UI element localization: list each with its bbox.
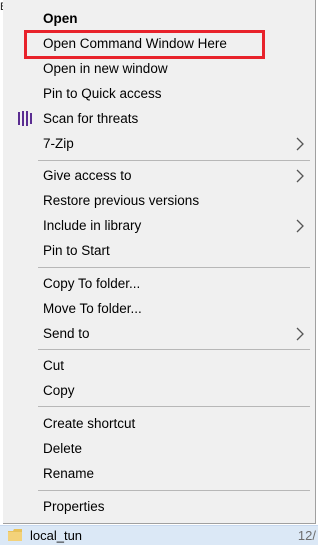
menu-item-label: Give access to: [43, 168, 132, 183]
menu-item-label: Properties: [43, 499, 105, 514]
menu-item-label: Delete: [43, 441, 83, 456]
menu-separator: [38, 406, 310, 407]
chevron-right-icon: [296, 327, 304, 341]
menu-item-label: Scan for threats: [43, 111, 139, 126]
menu-item-open-in-new-window[interactable]: Open in new window: [3, 56, 315, 81]
menu-separator: [38, 267, 310, 268]
menu-item-move-to-folder[interactable]: Move To folder...: [3, 296, 315, 321]
menu-separator: [38, 349, 310, 350]
menu-item-label: 7-Zip: [43, 136, 74, 151]
file-name: local_tun: [30, 528, 83, 543]
menu-item-rename[interactable]: Rename: [3, 461, 315, 486]
menu-item-label: Cut: [43, 358, 65, 373]
menu-item-label: Copy: [43, 383, 75, 398]
menu-item-label: Create shortcut: [43, 416, 136, 431]
menu-item-copy[interactable]: Copy: [3, 378, 315, 403]
menu-item-cut[interactable]: Cut: [3, 353, 315, 378]
menu-item-pin-to-start[interactable]: Pin to Start: [3, 238, 315, 263]
menu-item-restore-previous-versions[interactable]: Restore previous versions: [3, 188, 315, 213]
menu-item-label: Move To folder...: [43, 301, 142, 316]
menu-item-scan-for-threats[interactable]: Scan for threats: [3, 106, 315, 131]
menu-item-include-in-library[interactable]: Include in library: [3, 213, 315, 238]
menu-separator: [38, 490, 310, 491]
menu-item-label: Open in new window: [43, 61, 168, 76]
menu-item-label: Send to: [43, 326, 90, 341]
chevron-right-icon: [296, 219, 304, 233]
menu-item-give-access-to[interactable]: Give access to: [3, 163, 315, 188]
folder-icon: [8, 529, 22, 541]
menu-item-7zip[interactable]: 7-Zip: [3, 131, 315, 156]
menu-item-delete[interactable]: Delete: [3, 436, 315, 461]
menu-item-label: Include in library: [43, 218, 142, 233]
menu-item-create-shortcut[interactable]: Create shortcut: [3, 411, 315, 436]
menu-item-send-to[interactable]: Send to: [3, 321, 315, 346]
chevron-right-icon: [296, 169, 304, 183]
file-row-selected[interactable]: local_tun 12/: [0, 525, 318, 545]
menu-item-label: Pin to Quick access: [43, 86, 162, 101]
file-date: 12/: [297, 528, 316, 543]
defender-scan-icon: [18, 111, 32, 126]
menu-item-label: Pin to Start: [43, 243, 110, 258]
context-menu: Open Open Command Window Here Open in ne…: [3, 0, 316, 524]
menu-item-label: Rename: [43, 466, 95, 481]
menu-item-label: Restore previous versions: [43, 193, 200, 208]
menu-item-label: Open: [43, 11, 78, 26]
menu-item-open[interactable]: Open: [3, 6, 315, 31]
menu-separator: [38, 160, 310, 161]
menu-item-copy-to-folder[interactable]: Copy To folder...: [3, 271, 315, 296]
chevron-right-icon: [296, 137, 304, 151]
menu-item-properties[interactable]: Properties: [3, 494, 315, 519]
annotation-highlight-box: [24, 30, 265, 59]
menu-item-pin-to-quick-access[interactable]: Pin to Quick access: [3, 81, 315, 106]
menu-item-label: Copy To folder...: [43, 276, 141, 291]
